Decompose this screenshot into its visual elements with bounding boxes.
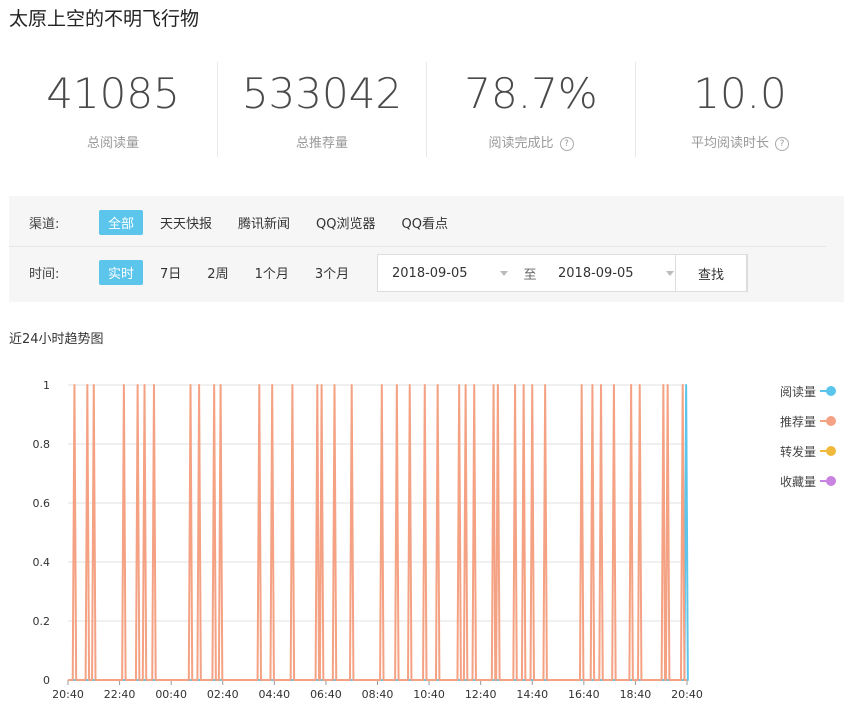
legend-label: 收藏量 [780, 474, 817, 489]
series-line [68, 384, 687, 681]
x-tick-label: 14:40 [516, 688, 548, 701]
legend-dot-icon [826, 446, 837, 456]
chevron-down-icon [500, 270, 508, 276]
x-tick-label: 16:40 [568, 688, 600, 701]
stat-label-row: 总推荐量 [218, 132, 426, 151]
stat-label: 阅读完成比 [488, 136, 554, 151]
y-tick-label: 0.4 [33, 556, 51, 569]
search-button[interactable]: 查找 [675, 254, 747, 292]
channel-filter-row: 渠道: 全部 天天快报 腾讯新闻 QQ浏览器 QQ看点 [9, 198, 826, 247]
start-date-select[interactable]: 2018-09-05 [378, 266, 516, 281]
date-range-picker: 2018-09-05 至 2018-09-05 查找 [377, 254, 748, 292]
page-title: 太原上空的不明飞行物 [9, 8, 200, 30]
x-tick-label: 18:40 [620, 688, 652, 701]
help-icon[interactable]: ? [775, 136, 789, 151]
time-filter-row: 时间: 实时 7日 2周 1个月 3个月 2018-09-05 至 2018-09-05… [9, 248, 844, 296]
y-tick-label: 1 [43, 379, 50, 392]
y-tick-label: 0 [43, 674, 50, 687]
stat-value: 41085 [46, 69, 180, 118]
x-tick-label: 04:40 [258, 688, 290, 701]
x-tick-label: 00:40 [155, 688, 187, 701]
legend-swatch [820, 446, 837, 456]
stat-label: 总阅读量 [86, 136, 139, 151]
x-tick-label: 08:40 [362, 688, 394, 701]
time-option[interactable]: 1个月 [246, 260, 298, 285]
x-tick-label: 20:40 [671, 688, 703, 701]
y-tick-label: 0.6 [33, 497, 51, 510]
stat-label: 总推荐量 [295, 136, 348, 151]
x-tick-label: 22:40 [104, 688, 136, 701]
end-date-select[interactable]: 2018-09-05 [544, 266, 682, 281]
chevron-down-icon [666, 270, 674, 276]
x-tick-label: 12:40 [465, 688, 497, 701]
filter-panel: 渠道: 全部 天天快报 腾讯新闻 QQ浏览器 QQ看点 时间: 实时 7日 2周 1个月 3个月… [9, 196, 844, 302]
channel-label: 渠道: [29, 216, 60, 232]
stat-value: 533042 [241, 69, 403, 118]
channel-option[interactable]: 全部 [99, 209, 144, 235]
legend-label: 推荐量 [780, 414, 817, 429]
legend-swatch [820, 386, 837, 396]
stat-label: 平均阅读时长 [690, 136, 769, 151]
channel-option[interactable]: QQ浏览器 [307, 210, 384, 235]
help-icon[interactable]: ? [559, 136, 574, 151]
start-date-value: 2018-09-05 [392, 265, 468, 281]
x-tick-label: 02:40 [207, 688, 239, 701]
chart-section-title: 近24小时趋势图 [9, 332, 104, 347]
x-tick-label: 20:40 [52, 688, 84, 701]
stat-label-row: 平均阅读时长? [636, 132, 844, 151]
legend-label: 转发量 [780, 444, 817, 459]
x-tick-label: 10:40 [413, 688, 445, 701]
date-separator: 至 [523, 267, 537, 283]
time-label: 时间: [29, 266, 60, 282]
legend-dot-icon [826, 416, 837, 426]
y-tick-label: 0.8 [33, 438, 51, 451]
stat-value: 10.0 [693, 69, 787, 118]
legend-dot-icon [826, 476, 837, 486]
end-date-value: 2018-09-05 [558, 265, 634, 281]
stat-card: 10.0 平均阅读时长? [636, 62, 844, 157]
stat-card: 41085 总阅读量 [9, 62, 218, 157]
legend-item[interactable]: 转发量 [780, 436, 850, 466]
x-tick-label: 06:40 [310, 688, 342, 701]
stat-value: 78.7% [464, 69, 598, 118]
legend-swatch [820, 476, 837, 486]
stat-card: 533042 总推荐量 [218, 62, 427, 157]
legend-item[interactable]: 阅读量 [780, 376, 850, 406]
channel-option[interactable]: QQ看点 [393, 210, 457, 235]
trend-chart: 0 0.2 0.4 0.6 0.8 1 20:40 22:40 00:40 02:40 04:40 0… [33, 379, 703, 701]
stats-panel: 41085 总阅读量 533042 总推荐量 78.7% 阅读完成比? 10.0 平均阅读时长… [9, 62, 844, 157]
stat-label-row: 总阅读量 [9, 132, 217, 151]
legend-dot-icon [826, 386, 837, 396]
y-tick-label: 0.2 [33, 615, 51, 628]
stat-card: 78.7% 阅读完成比? [427, 62, 636, 157]
channel-option[interactable]: 天天快报 [151, 210, 221, 235]
legend-swatch [820, 416, 837, 426]
time-option[interactable]: 实时 [99, 259, 144, 285]
channel-option[interactable]: 腾讯新闻 [229, 210, 299, 235]
chart-legend: 阅读量推荐量转发量收藏量 [780, 376, 850, 496]
time-option[interactable]: 3个月 [306, 260, 358, 285]
time-option[interactable]: 2周 [198, 260, 237, 285]
time-option[interactable]: 7日 [151, 260, 190, 285]
legend-item[interactable]: 收藏量 [780, 466, 850, 496]
legend-item[interactable]: 推荐量 [780, 406, 850, 436]
legend-label: 阅读量 [780, 384, 817, 399]
stat-label-row: 阅读完成比? [427, 132, 635, 151]
